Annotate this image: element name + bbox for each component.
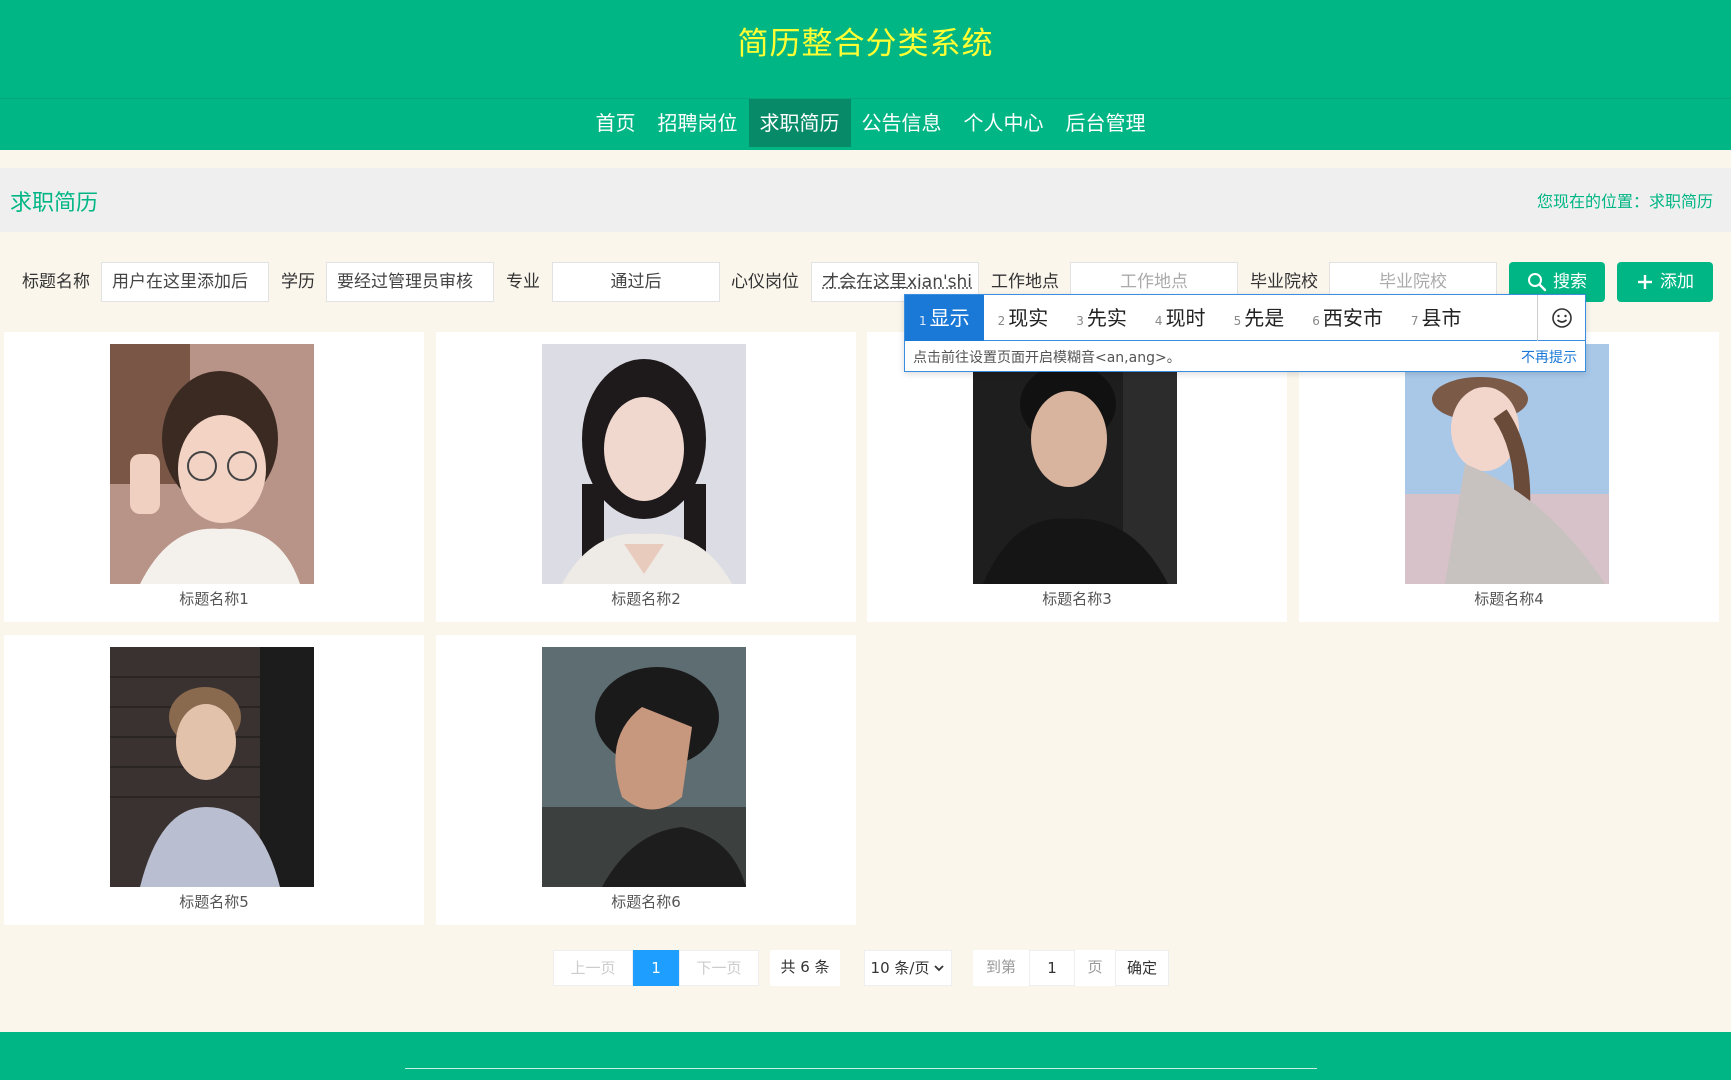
- total-count: 共 6 条: [770, 950, 840, 986]
- smiley-icon: [1551, 308, 1572, 328]
- ime-candidate[interactable]: 4 现时: [1141, 295, 1220, 341]
- resume-caption: 标题名称6: [611, 893, 681, 911]
- major-input[interactable]: 通过后: [552, 262, 720, 302]
- resume-photo[interactable]: [542, 647, 746, 887]
- resume-caption: 标题名称4: [1474, 590, 1544, 608]
- title-label: 标题名称: [22, 272, 90, 292]
- goto-page-input[interactable]: 1: [1029, 950, 1075, 986]
- resume-caption: 标题名称3: [1042, 590, 1112, 608]
- site-footer: [0, 1032, 1731, 1080]
- resume-card[interactable]: 标题名称6: [436, 635, 856, 925]
- resume-card[interactable]: 标题名称5: [4, 635, 424, 925]
- resume-photo[interactable]: [973, 344, 1177, 584]
- resume-photo[interactable]: [110, 647, 314, 887]
- title-input[interactable]: 用户在这里添加后: [101, 262, 269, 302]
- page-1-button[interactable]: 1: [633, 950, 679, 986]
- site-header: 简历整合分类系统 首页 招聘岗位 求职简历 公告信息 个人中心 后台管理: [0, 0, 1731, 150]
- ime-candidate[interactable]: 2 现实: [984, 295, 1063, 341]
- page-size-value: 10 条/页: [870, 959, 930, 977]
- ime-candidate[interactable]: 6 西安市: [1298, 295, 1397, 341]
- resume-card[interactable]: 标题名称1: [4, 332, 424, 622]
- site-title: 简历整合分类系统: [737, 26, 994, 62]
- next-page-button[interactable]: 下一页: [679, 950, 759, 986]
- education-label: 学历: [281, 272, 315, 292]
- ime-candidate-popup: 1 显示 2 现实 3 先实 4 现时 5 先是 6 西安市 7 县市 点击前往设置页面开启模…: [904, 294, 1586, 372]
- major-label: 专业: [506, 272, 540, 292]
- add-button[interactable]: 添加: [1617, 262, 1713, 302]
- ime-candidate[interactable]: 5 先是: [1220, 295, 1299, 341]
- resume-caption: 标题名称2: [611, 590, 681, 608]
- nav-notices[interactable]: 公告信息: [851, 99, 953, 147]
- page-size-select[interactable]: 10 条/页: [864, 950, 952, 986]
- goto-label: 到第: [973, 950, 1029, 986]
- main-nav: 首页 招聘岗位 求职简历 公告信息 个人中心 后台管理: [0, 98, 1731, 150]
- add-button-label: 添加: [1660, 272, 1694, 292]
- resume-caption: 标题名称5: [179, 893, 249, 911]
- nav-home[interactable]: 首页: [585, 99, 647, 147]
- resume-card[interactable]: 标题名称3: [867, 332, 1287, 622]
- plus-icon: [1638, 275, 1652, 289]
- resume-photo[interactable]: [110, 344, 314, 584]
- resume-photo[interactable]: [1405, 344, 1609, 584]
- search-icon: [1528, 273, 1547, 292]
- goto-confirm-button[interactable]: 确定: [1115, 950, 1169, 986]
- education-input[interactable]: 要经过管理员审核: [326, 262, 494, 302]
- nav-personal-center[interactable]: 个人中心: [953, 99, 1055, 147]
- ime-candidate-list: 1 显示 2 现实 3 先实 4 现时 5 先是 6 西安市 7 县市: [905, 295, 1585, 341]
- section-bar: 求职简历 您现在的位置：求职简历: [0, 168, 1731, 232]
- ime-candidate[interactable]: 3 先实: [1062, 295, 1141, 341]
- resume-photo[interactable]: [542, 344, 746, 584]
- nav-jobs[interactable]: 招聘岗位: [647, 99, 749, 147]
- page-unit-label: 页: [1075, 950, 1115, 986]
- chevron-down-icon: [934, 965, 945, 972]
- resume-card[interactable]: 标题名称4: [1299, 332, 1719, 622]
- nav-admin[interactable]: 后台管理: [1055, 99, 1157, 147]
- ime-dismiss-link[interactable]: 不再提示: [1521, 347, 1577, 367]
- prev-page-button[interactable]: 上一页: [553, 950, 633, 986]
- resume-card[interactable]: 标题名称2: [436, 332, 856, 622]
- ime-tip[interactable]: 点击前往设置页面开启模糊音<an,ang>。: [913, 347, 1181, 367]
- footer-divider: [405, 1068, 1317, 1069]
- ime-candidate[interactable]: 1 显示: [905, 295, 984, 341]
- ime-candidate[interactable]: 7 县市: [1397, 295, 1476, 341]
- position-label: 心仪岗位: [731, 272, 799, 292]
- emoji-button[interactable]: [1537, 295, 1585, 341]
- nav-resumes[interactable]: 求职简历: [748, 99, 851, 147]
- resume-caption: 标题名称1: [179, 590, 249, 608]
- breadcrumb: 您现在的位置：求职简历: [1536, 192, 1713, 211]
- page-title: 求职简历: [10, 191, 99, 216]
